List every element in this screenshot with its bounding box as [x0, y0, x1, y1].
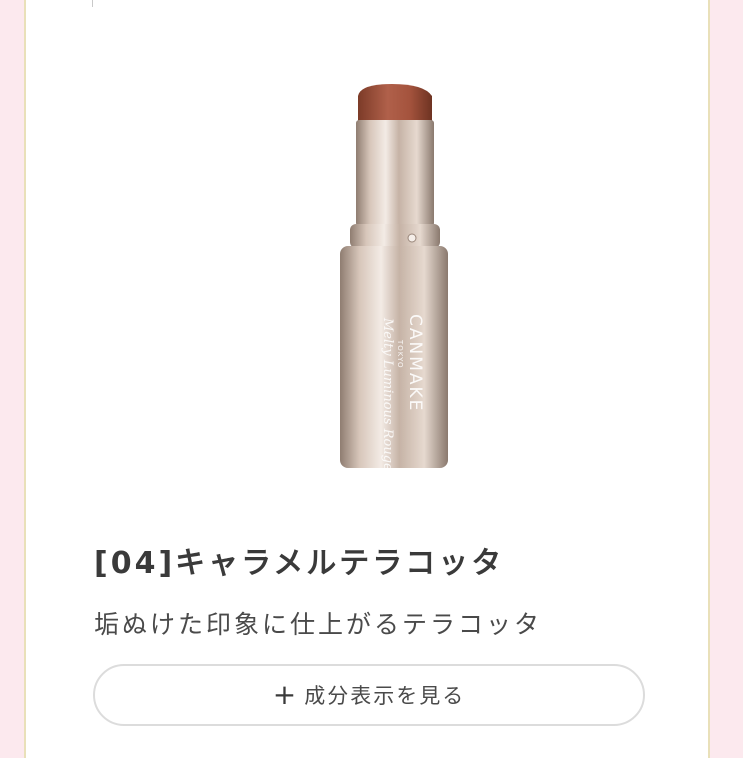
svg-text:CANMAKE: CANMAKE: [405, 314, 425, 412]
product-image: Melty Luminous Rouge CANMAKE TOKYO: [340, 84, 448, 471]
show-ingredients-button[interactable]: + 成分表示を見る: [93, 664, 645, 726]
product-title: [04]キャラメルテラコッタ: [94, 546, 505, 581]
divider: [92, 0, 93, 7]
svg-text:TOKYO: TOKYO: [396, 339, 404, 369]
show-ingredients-label: 成分表示を見る: [304, 684, 466, 708]
svg-text:Melty Luminous Rouge: Melty Luminous Rouge: [380, 317, 395, 471]
product-card: Melty Luminous Rouge CANMAKE TOKYO [04]キ…: [24, 0, 710, 758]
plus-icon: +: [272, 678, 297, 711]
product-description: 垢ぬけた印象に仕上がるテラコッタ: [94, 610, 543, 639]
